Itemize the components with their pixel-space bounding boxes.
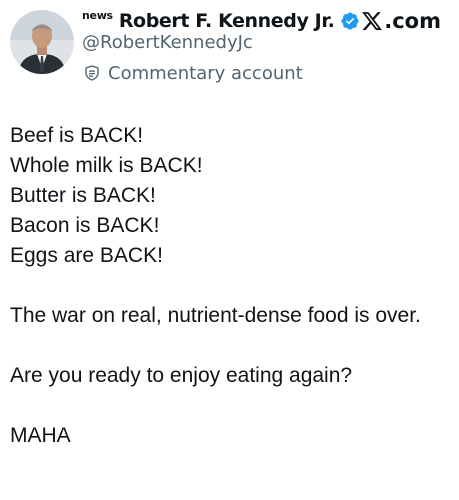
author-handle[interactable]: @RobertKennedyJc	[82, 32, 253, 53]
commentary-shield-icon	[84, 65, 100, 81]
x-brand: .com	[361, 6, 441, 36]
avatar-image	[10, 10, 74, 74]
tweet-line: Bacon is BACK!	[10, 214, 160, 237]
verified-badge-icon	[340, 11, 360, 31]
x-brand-domain: .com	[384, 9, 441, 33]
account-label: Commentary account	[82, 60, 303, 86]
author-display-name[interactable]: Robert F. Kennedy Jr.	[119, 10, 335, 32]
tweet-line: Eggs are BACK!	[10, 244, 163, 267]
tweet-line: Whole milk is BACK!	[10, 154, 203, 177]
news-logo: news	[82, 8, 113, 22]
x-logo-icon	[361, 10, 383, 32]
tweet-header: news Robert F. Kennedy Jr. .com @RobertK…	[0, 0, 459, 100]
tweet-paragraph: The war on real, nutrient-dense food is …	[10, 304, 421, 327]
tweet-text: Beef is BACK! Whole milk is BACK! Butter…	[10, 121, 450, 451]
tweet-signoff: MAHA	[10, 424, 71, 447]
tweet-question: Are you ready to enjoy eating again?	[10, 364, 353, 387]
tweet-line: Beef is BACK!	[10, 124, 144, 147]
tweet-line: Butter is BACK!	[10, 184, 156, 207]
avatar[interactable]	[10, 10, 74, 74]
account-label-text: Commentary account	[108, 62, 303, 84]
